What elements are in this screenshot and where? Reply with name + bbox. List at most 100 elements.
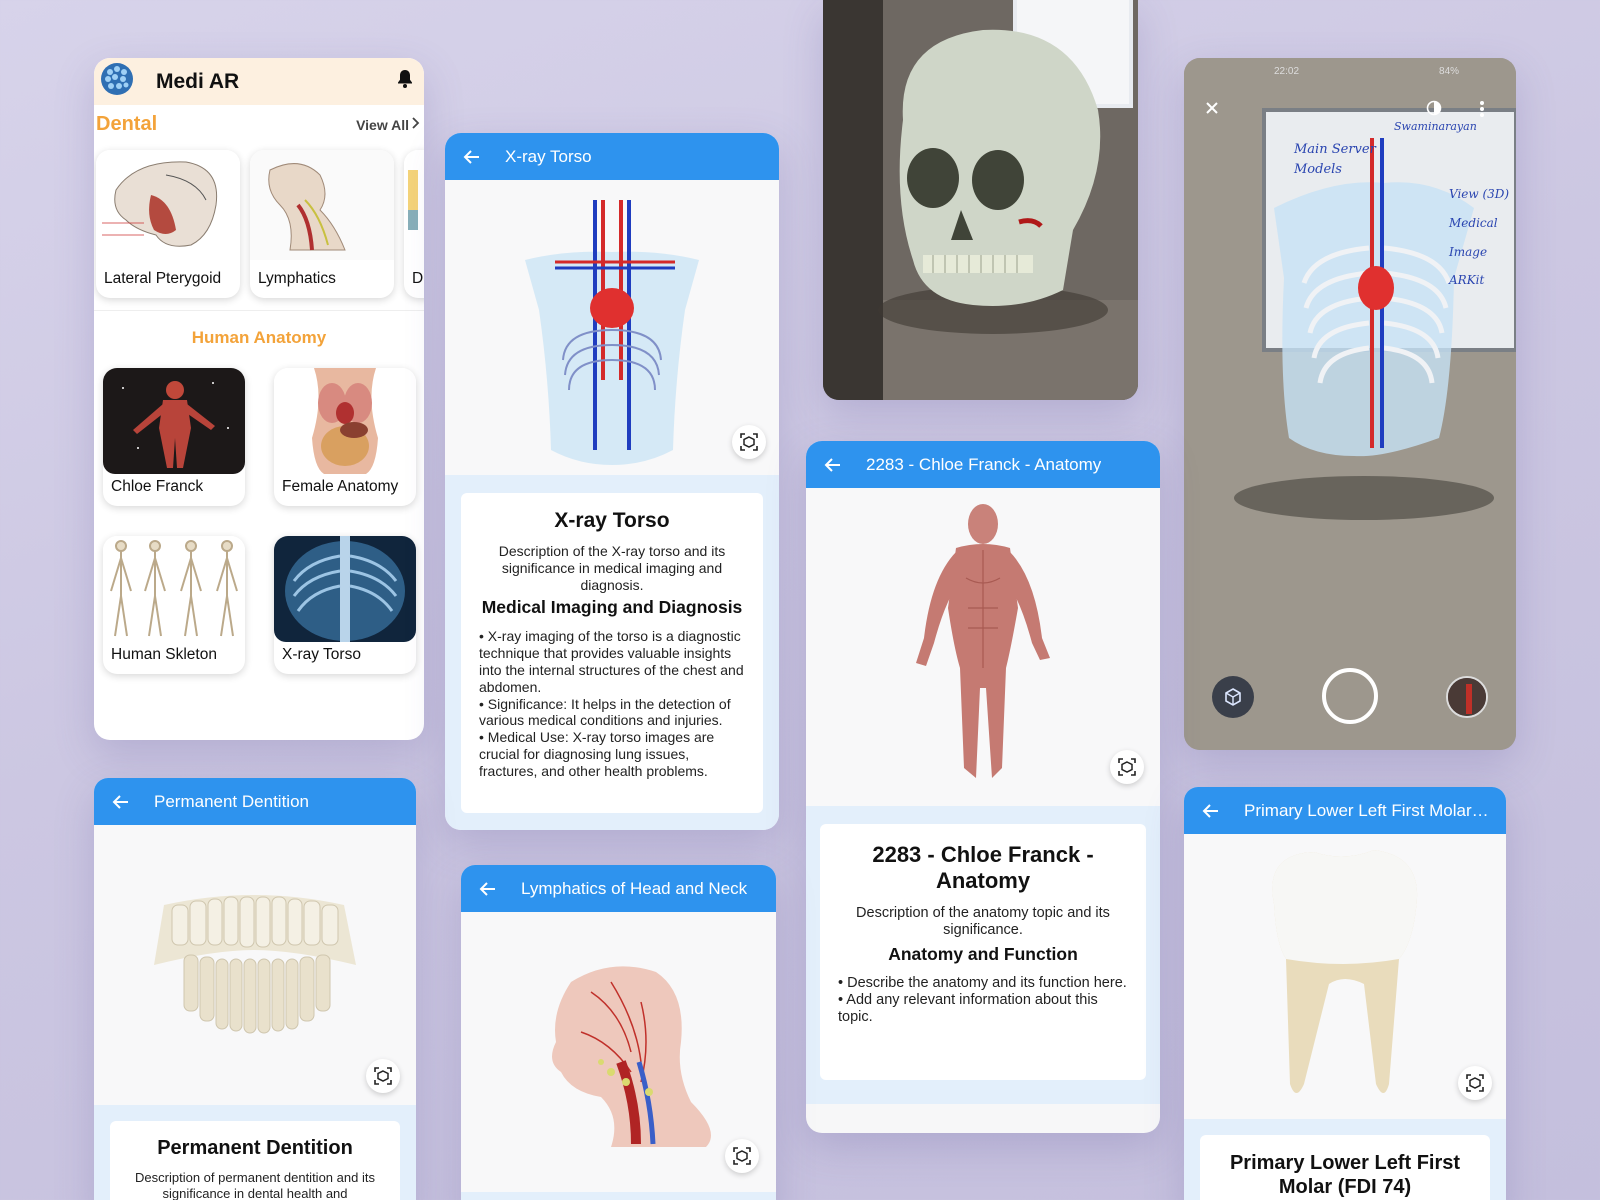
dental-tile-label: Lateral Pterygoid — [104, 270, 222, 287]
ar-view-button[interactable] — [732, 425, 766, 459]
info-title: Primary Lower Left First Molar (FDI 74) — [1229, 1152, 1461, 1198]
status-bar: 22:02 84% — [1274, 66, 1494, 77]
model-viewer[interactable] — [445, 180, 779, 475]
human-tile-chloe-franck[interactable]: Chloe Franck — [103, 368, 245, 506]
appbar-title: Lymphatics of Head and Neck — [521, 878, 748, 898]
back-arrow-icon[interactable] — [822, 454, 844, 476]
info-card: Primary Lower Left First Molar (FDI 74) — [1200, 1135, 1490, 1200]
model-viewer[interactable] — [806, 488, 1160, 806]
permanent-dentition-screen: Permanent Dentition Permanent Dentition … — [94, 778, 416, 1200]
status-battery: 84% — [1439, 66, 1460, 77]
back-arrow-icon[interactable] — [110, 791, 132, 813]
whiteboard-line: Medical Image — [1449, 215, 1498, 259]
skull-ar-photo — [823, 0, 1138, 400]
ar-view-icon — [733, 1147, 751, 1165]
female-anatomy-image — [274, 368, 416, 474]
human-tile-female-anatomy[interactable]: Female Anatomy — [274, 368, 416, 506]
xray-torso-image — [274, 536, 416, 642]
ar-view-button[interactable] — [1458, 1066, 1492, 1100]
dental-tile-lymphatics[interactable]: Lymphatics — [250, 150, 394, 298]
partial-tile-image — [404, 150, 424, 260]
model-viewer[interactable] — [461, 912, 776, 1192]
whiteboard-line: Main Server — [1294, 142, 1376, 157]
info-subtitle: Medical Imaging and Diagnosis — [481, 597, 743, 618]
back-arrow-icon[interactable] — [477, 878, 499, 900]
cube-button[interactable] — [1212, 676, 1254, 718]
info-bullet: • X-ray imaging of the torso is a diagno… — [479, 628, 744, 695]
ar-camera-screen: 22:02 84% Main Server Models View (3D) M… — [1184, 58, 1516, 750]
dental-tile-label: Lymphatics — [258, 270, 336, 287]
chloe-franck-model — [916, 504, 1050, 778]
appbar-title: Permanent Dentition — [154, 791, 309, 811]
info-section: Primary Lower Left First Molar (FDI 74) — [1184, 1119, 1506, 1200]
app-name: Medi AR — [156, 69, 240, 93]
human-tile-label: Female Anatomy — [282, 478, 399, 495]
human-tile-label: Human Skleton — [111, 646, 217, 663]
info-description: Description of the anatomy topic and its… — [856, 904, 1110, 939]
ar-view-button[interactable] — [1110, 750, 1144, 784]
model-viewer[interactable] — [1184, 834, 1506, 1119]
info-bullet: • Significance: It helps in the detectio… — [479, 695, 731, 729]
info-title: 2283 - Chloe Franck - Anatomy — [872, 842, 1094, 894]
dental-tile-label: D — [412, 270, 424, 287]
ar-view-button[interactable] — [366, 1059, 400, 1093]
home-header: Medi AR — [94, 58, 424, 105]
dental-tile-lateral-pterygoid[interactable]: Lateral Pterygoid — [96, 150, 240, 298]
info-description: Description of the X-ray torso and its s… — [498, 543, 726, 593]
whiteboard-text: Main Server Models — [1294, 140, 1376, 179]
info-section: 2283 - Chloe Franck - Anatomy Descriptio… — [806, 806, 1160, 1104]
lateral-pterygoid-image — [96, 150, 240, 260]
whiteboard-line: ARKit — [1449, 273, 1485, 288]
close-icon[interactable] — [1204, 100, 1220, 121]
model-thumbnail-button[interactable] — [1446, 676, 1488, 718]
more-vert-icon[interactable] — [1479, 100, 1485, 123]
chloe-franck-image — [103, 368, 245, 474]
cube-icon — [1225, 688, 1241, 706]
skull-photo-image — [823, 0, 1138, 400]
ar-view-button[interactable] — [725, 1139, 759, 1173]
info-title: Permanent Dentition — [157, 1137, 353, 1159]
whiteboard-text-right: View (3D) Medical Image ARKit — [1449, 180, 1516, 295]
xray-torso-screen: X-ray Torso X-ray Torso Description of t… — [445, 133, 779, 830]
info-section: X-ray Torso Description of the X-ray tor… — [445, 475, 779, 830]
view-all-link[interactable]: View All — [356, 117, 409, 133]
bell-icon[interactable] — [396, 69, 414, 94]
shutter-button[interactable] — [1322, 668, 1378, 724]
back-arrow-icon[interactable] — [461, 146, 483, 168]
xray-appbar: X-ray Torso — [445, 133, 779, 180]
dental-tile-partial[interactable]: D — [404, 150, 424, 298]
info-bullet: • Medical Use: X-ray torso images are cr… — [479, 729, 715, 779]
status-time: 22:02 — [1274, 66, 1300, 77]
lymphatics-screen: Lymphatics of Head and Neck — [461, 865, 776, 1200]
contrast-icon[interactable] — [1426, 100, 1442, 121]
ar-view-icon — [1466, 1074, 1484, 1092]
molar-screen: Primary Lower Left First Molar ... Prima… — [1184, 787, 1506, 1200]
chevron-right-icon[interactable] — [412, 116, 420, 134]
brain-logo-icon — [98, 60, 136, 103]
whiteboard-line: Models — [1294, 161, 1342, 177]
info-card: X-ray Torso Description of the X-ray tor… — [461, 493, 763, 813]
lymph-appbar: Lymphatics of Head and Neck — [461, 865, 776, 912]
back-arrow-icon[interactable] — [1200, 800, 1222, 822]
human-tile-human-skeleton[interactable]: Human Skleton — [103, 536, 245, 674]
ar-view-icon — [740, 433, 758, 451]
ar-view-icon — [1118, 758, 1136, 776]
human-tile-label: Chloe Franck — [111, 478, 204, 495]
info-bullet: • Add any relevant information about thi… — [838, 991, 1098, 1026]
info-section: Permanent Dentition Description of perma… — [94, 1105, 416, 1200]
human-tile-label: X-ray Torso — [282, 646, 361, 663]
dentition-appbar: Permanent Dentition — [94, 778, 416, 825]
info-section — [461, 1192, 776, 1200]
model-viewer[interactable] — [94, 825, 416, 1105]
human-tile-xray-torso[interactable]: X-ray Torso — [274, 536, 416, 674]
info-card: 2283 - Chloe Franck - Anatomy Descriptio… — [820, 824, 1146, 1080]
appbar-title: 2283 - Chloe Franck - Anatomy — [866, 454, 1102, 474]
whiteboard-line: View (3D) — [1449, 187, 1510, 201]
dental-section-header: Dental View All — [94, 105, 424, 136]
home-screen: Medi AR Dental View All Lateral Pterygoi… — [94, 58, 424, 740]
ar-view-icon — [374, 1067, 392, 1085]
chloe-franck-screen: 2283 - Chloe Franck - Anatomy 2283 - Chl… — [806, 441, 1160, 1133]
dental-section-title: Dental — [96, 113, 158, 135]
human-anatomy-section-title: Human Anatomy — [191, 328, 327, 347]
info-card: Permanent Dentition Description of perma… — [110, 1121, 400, 1200]
